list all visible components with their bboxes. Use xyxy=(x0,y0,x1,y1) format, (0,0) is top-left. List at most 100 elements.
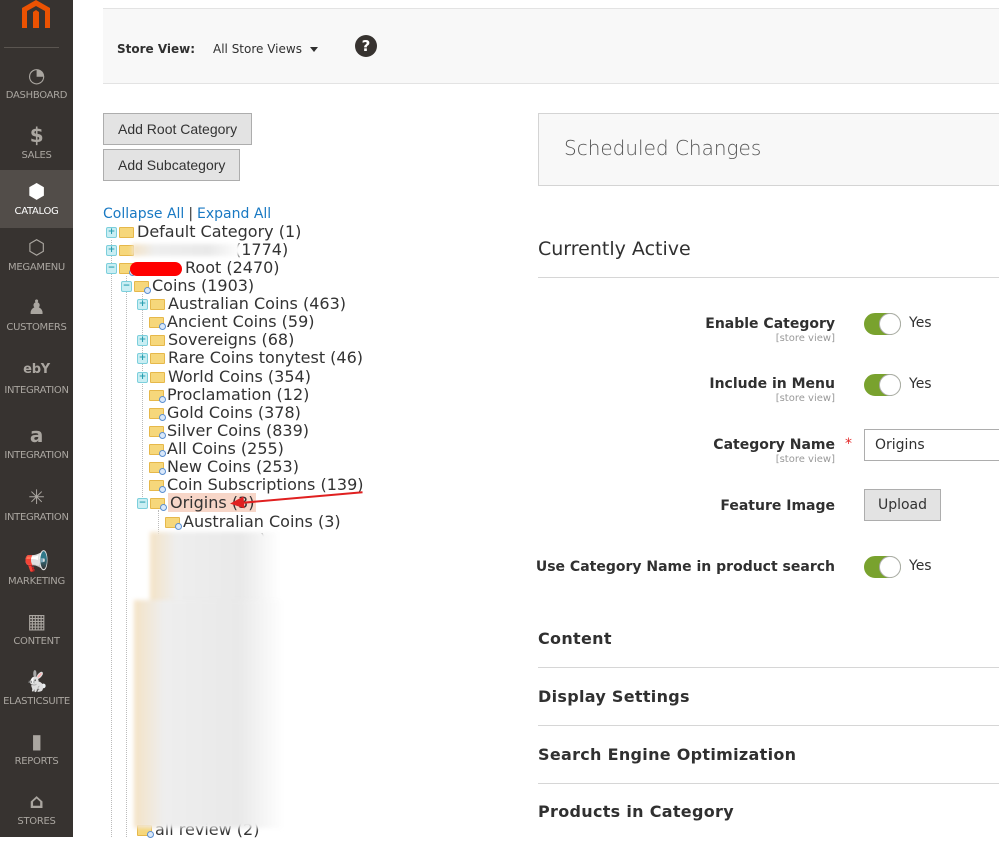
tree-node-label: Proclamation (12) xyxy=(167,385,310,404)
annotation-arrow-head xyxy=(229,496,245,510)
expand-icon[interactable]: + xyxy=(106,245,117,256)
tree-node[interactable]: Australian Coins (3) xyxy=(165,514,341,532)
redaction-mark xyxy=(130,262,182,276)
expand-all-link[interactable]: Expand All xyxy=(197,206,271,222)
use-in-search-toggle[interactable] xyxy=(864,556,901,578)
toggle-knob xyxy=(879,374,901,396)
scheduled-changes-title: Scheduled Changes xyxy=(564,136,762,160)
folder-icon xyxy=(149,317,166,330)
megamenu-icon: ⬡ xyxy=(27,235,46,259)
magento-logo-icon[interactable] xyxy=(20,0,52,28)
scope-label: [store view] xyxy=(775,393,835,404)
scheduled-changes-panel: Scheduled Changes xyxy=(538,113,999,186)
tree-node-label: Ancient Coins (59) xyxy=(167,312,315,331)
folder-icon xyxy=(149,408,166,421)
content-icon: ▦ xyxy=(27,609,46,633)
expand-icon[interactable]: + xyxy=(137,372,148,383)
sidebar-item-stores[interactable]: ⌂ STORES xyxy=(0,786,73,846)
divider xyxy=(538,667,999,668)
toggle-knob xyxy=(879,313,901,335)
sidebar-divider xyxy=(4,47,59,48)
tree-node-label: Coins (1903) xyxy=(152,276,255,295)
collapse-all-link[interactable]: Collapse All xyxy=(103,206,184,222)
section-content[interactable]: Content xyxy=(538,629,612,648)
tree-guide-line xyxy=(142,294,143,509)
sidebar-item-catalog[interactable]: ⬢ CATALOG xyxy=(0,170,73,228)
admin-sidebar: ◔ DASHBOARD $ SALES ⬢ CATALOG ⬡ MEGAMENU ♟ CUSTOM… xyxy=(0,0,73,837)
sidebar-item-label: INTEGRATION xyxy=(4,450,69,461)
redacted-region xyxy=(132,244,242,256)
tree-node-label: Default Category (1) xyxy=(137,222,302,241)
folder-icon xyxy=(165,517,182,530)
upload-button[interactable]: Upload xyxy=(864,489,941,521)
sidebar-item-label: INTEGRATION xyxy=(4,385,69,396)
section-seo[interactable]: Search Engine Optimization xyxy=(538,745,796,764)
sidebar-item-elasticsuite[interactable]: 🐇 ELASTICSUITE xyxy=(0,666,73,726)
folder-icon xyxy=(134,281,151,294)
section-products-in-category[interactable]: Products in Category xyxy=(538,802,734,821)
redacted-region xyxy=(134,600,284,828)
add-root-category-button[interactable]: Add Root Category xyxy=(103,113,253,145)
tree-node-label: Australian Coins (3) xyxy=(183,512,341,531)
folder-icon xyxy=(149,426,166,439)
sidebar-item-reports[interactable]: ▮ REPORTS xyxy=(0,726,73,786)
sales-icon: $ xyxy=(29,123,44,147)
sidebar-item-label: CONTENT xyxy=(13,636,60,647)
sidebar-item-label: STORES xyxy=(17,816,56,827)
tree-node-label: Rare Coins tonytest (46) xyxy=(168,348,364,367)
sidebar-item-label: SALES xyxy=(21,150,52,161)
folder-icon xyxy=(149,390,166,403)
feature-image-label: Feature Image xyxy=(720,498,835,514)
sidebar-item-megamenu[interactable]: ⬡ MEGAMENU xyxy=(0,232,73,292)
sidebar-item-label: INTEGRATION xyxy=(4,512,69,523)
enable-category-toggle[interactable] xyxy=(864,313,901,335)
category-name-input[interactable]: Origins xyxy=(864,429,999,461)
tree-node-label: New Coins (253) xyxy=(167,457,299,476)
required-marker: * xyxy=(845,436,852,452)
sidebar-item-label: REPORTS xyxy=(14,756,59,767)
integration-icon: ✳ xyxy=(28,485,45,509)
sidebar-item-content[interactable]: ▦ CONTENT xyxy=(0,606,73,666)
store-view-switcher[interactable]: All Store Views xyxy=(213,42,318,56)
tree-guide-line xyxy=(126,276,127,837)
include-in-menu-toggle[interactable] xyxy=(864,374,901,396)
sidebar-item-customers[interactable]: ♟ CUSTOMERS xyxy=(0,292,73,352)
add-subcategory-button[interactable]: Add Subcategory xyxy=(103,149,241,181)
sidebar-item-integration[interactable]: a INTEGRATION xyxy=(0,420,73,480)
divider xyxy=(538,725,999,726)
sidebar-item-marketing[interactable]: 📢 MARKETING xyxy=(0,546,73,606)
scope-label: [store view] xyxy=(775,333,835,344)
sidebar-item-integration[interactable]: ebY INTEGRATION xyxy=(0,355,73,415)
tree-node-label: Silver Coins (839) xyxy=(167,421,310,440)
tree-guide-line xyxy=(111,240,112,837)
use-in-search-value: Yes xyxy=(909,558,932,574)
store-view-value: All Store Views xyxy=(213,42,302,56)
folder-icon xyxy=(149,462,166,475)
marketing-icon: 📢 xyxy=(24,549,49,573)
tree-node-label: Coin Subscriptions (139) xyxy=(167,475,364,494)
sidebar-item-label: CUSTOMERS xyxy=(6,322,67,333)
collapse-icon[interactable]: − xyxy=(121,281,132,292)
divider xyxy=(538,277,999,278)
scope-label: [store view] xyxy=(775,454,835,465)
include-in-menu-value: Yes xyxy=(909,376,932,392)
folder-icon xyxy=(149,444,166,457)
expand-icon[interactable]: + xyxy=(137,299,148,310)
sidebar-item-integration[interactable]: ✳ INTEGRATION xyxy=(0,482,73,542)
collapse-icon[interactable]: − xyxy=(137,498,148,509)
help-icon[interactable]: ? xyxy=(355,35,377,57)
sidebar-item-dashboard[interactable]: ◔ DASHBOARD xyxy=(0,60,73,120)
section-display-settings[interactable]: Display Settings xyxy=(538,687,690,706)
expand-icon[interactable]: + xyxy=(137,353,148,364)
stores-icon: ⌂ xyxy=(29,789,44,813)
integration-icon: ebY xyxy=(23,362,50,377)
collapse-icon[interactable]: − xyxy=(106,263,117,274)
tree-node[interactable]: + Rare Coins tonytest (46) xyxy=(137,350,363,368)
sidebar-item-label: DASHBOARD xyxy=(5,90,68,101)
expand-icon[interactable]: + xyxy=(137,335,148,346)
divider xyxy=(538,783,999,784)
sidebar-item-label: ELASTICSUITE xyxy=(3,696,70,707)
reports-icon: ▮ xyxy=(31,729,42,753)
expand-icon[interactable]: + xyxy=(106,227,117,238)
store-view-label: Store View: xyxy=(117,42,196,56)
